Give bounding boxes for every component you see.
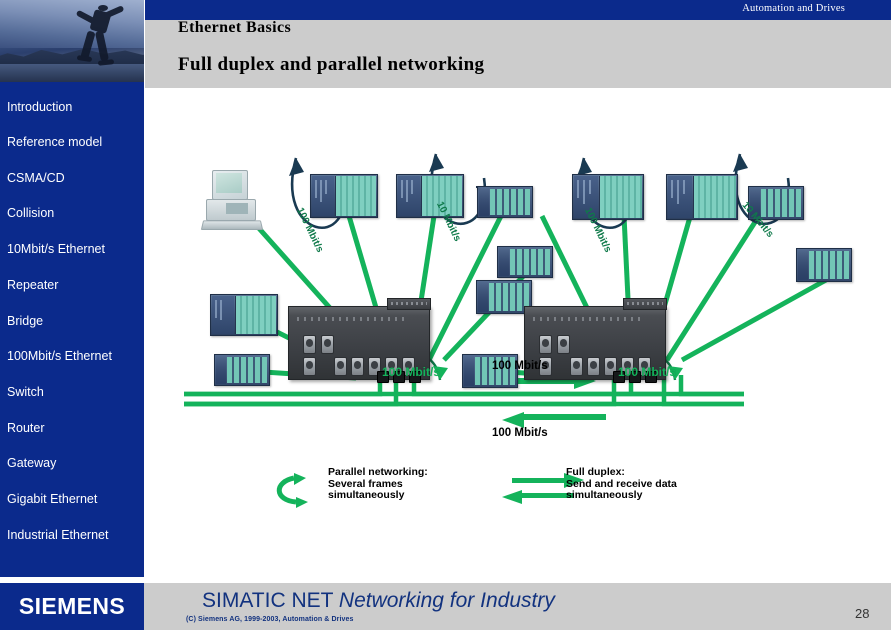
sidebar-item-100mbit-ethernet[interactable]: 100Mbit/s Ethernet xyxy=(7,349,112,363)
legend-parallel-icon xyxy=(276,473,308,508)
sidebar-item-csma-cd[interactable]: CSMA/CD xyxy=(7,171,65,185)
page-title: Ethernet Basics xyxy=(178,19,292,36)
switch-right-port-a xyxy=(539,335,552,354)
legend-duplex-line3: simultaneously xyxy=(566,489,643,502)
sidebar-item-collision[interactable]: Collision xyxy=(7,206,54,220)
sidebar-item-10mbit-ethernet[interactable]: 10Mbit/s Ethernet xyxy=(7,242,105,256)
switch-left-port-c xyxy=(303,357,316,376)
legend-parallel-line1: Parallel networking: xyxy=(328,466,428,478)
switch-right-port-2 xyxy=(587,357,600,376)
device-plc-module-2 xyxy=(497,246,553,278)
device-plc-rack-2 xyxy=(396,174,464,218)
legend-parallel-text: Parallel networking: Several frames simu… xyxy=(328,466,428,502)
sidebar-item-switch[interactable]: Switch xyxy=(7,385,44,399)
legend-duplex-text: Full duplex: Send and receive data simul… xyxy=(566,466,677,502)
photo-runner-silhouette xyxy=(72,4,138,74)
organization-label: Automation and Drives xyxy=(742,3,845,14)
footer-title-regular: SIMATIC NET xyxy=(202,589,339,612)
sidebar-item-introduction[interactable]: Introduction xyxy=(7,100,72,114)
footer-copyright: (C) Siemens AG, 1999-2003, Automation & … xyxy=(186,616,354,623)
legend-parallel-line3: simultaneously xyxy=(328,489,405,502)
device-plc-module-5 xyxy=(796,248,852,282)
trunk-bottom-speed-label: 100 Mbit/s xyxy=(492,427,548,439)
switch-left-port-1 xyxy=(334,357,347,376)
sidebar-item-reference-model[interactable]: Reference model xyxy=(7,135,102,149)
siemens-logo: SIEMENS xyxy=(0,583,144,630)
device-plc-module-1 xyxy=(477,186,533,218)
switch-right-port-1 xyxy=(570,357,583,376)
legend-duplex-line1: Full duplex: xyxy=(566,466,625,478)
sidebar: Introduction Reference model CSMA/CD Col… xyxy=(0,82,144,577)
sidebar-item-bridge[interactable]: Bridge xyxy=(7,314,43,328)
sidebar-item-industrial-ethernet[interactable]: Industrial Ethernet xyxy=(7,528,108,542)
switch-left-speed-label: 100 Mbit/s xyxy=(382,365,441,379)
device-plc-rack-1 xyxy=(310,174,378,218)
device-plc-rack-3 xyxy=(210,294,278,336)
sidebar-item-gateway[interactable]: Gateway xyxy=(7,456,56,470)
trunk-top-speed-label: 100 Mbit/s xyxy=(492,360,548,372)
page-number: 28 xyxy=(855,606,870,621)
page-subtitle: Full duplex and parallel networking xyxy=(178,54,485,75)
device-plc-rack-5 xyxy=(666,174,738,220)
switch-right-speed-label: 100 Mbit/s xyxy=(618,365,677,379)
footer-title: SIMATIC NET Networking for Industry xyxy=(202,589,555,613)
switch-right-top-tab xyxy=(623,298,667,310)
sidebar-item-repeater[interactable]: Repeater xyxy=(7,278,58,292)
sidebar-item-router[interactable]: Router xyxy=(7,421,45,435)
slide-root: Automation and Drives Ethernet Basics Fu… xyxy=(0,0,891,630)
footer-title-italic: Networking for Industry xyxy=(338,589,555,612)
switch-right-vents xyxy=(533,317,645,321)
header-photo xyxy=(0,0,144,82)
header-top-bar: Automation and Drives xyxy=(145,0,891,20)
network-diagram: 100 Mbit/s 10 Mbit/s 100 Mbit/s 10 Mbit/… xyxy=(144,88,891,577)
switch-left-vents xyxy=(297,317,409,321)
device-plc-module-3 xyxy=(214,354,270,386)
switch-left-port-b xyxy=(321,335,334,354)
switch-left-port-2 xyxy=(351,357,364,376)
switch-left-top-tab xyxy=(387,298,431,310)
switch-right-port-b xyxy=(557,335,570,354)
device-pc-workstation xyxy=(200,170,264,230)
sidebar-item-gigabit-ethernet[interactable]: Gigabit Ethernet xyxy=(7,492,97,506)
switch-left-port-a xyxy=(303,335,316,354)
